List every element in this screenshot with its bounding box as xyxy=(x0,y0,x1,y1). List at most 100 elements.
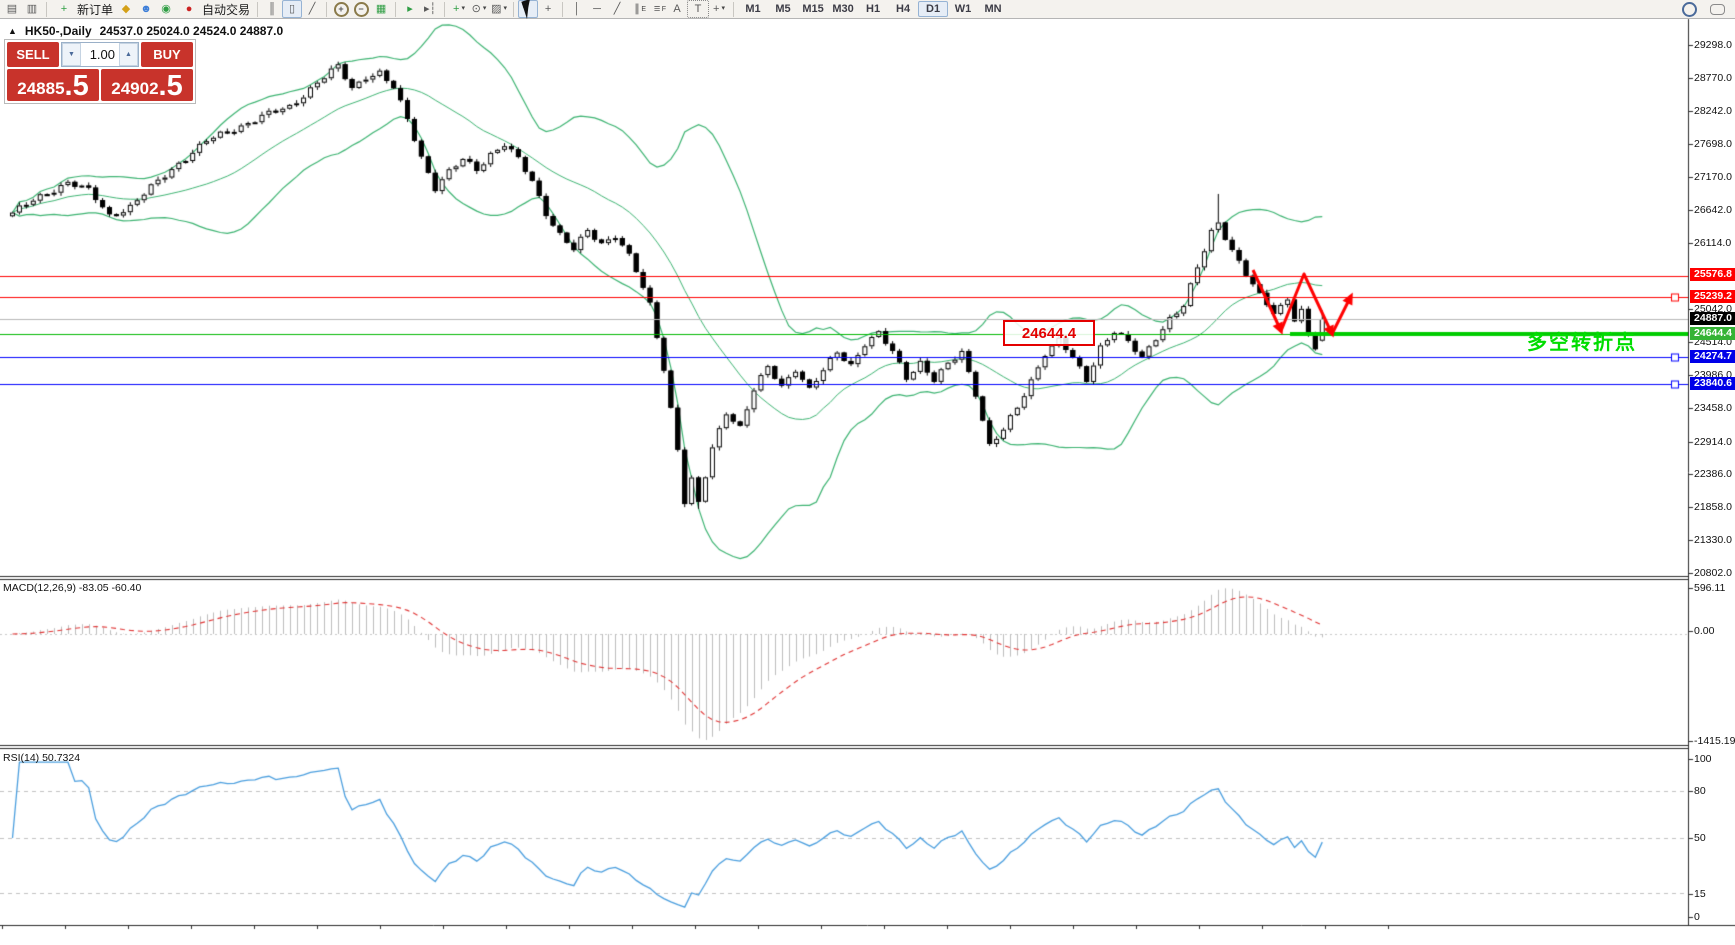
new-chart-icon[interactable]: ▤ xyxy=(2,0,22,18)
bar-chart-icon[interactable]: ║ xyxy=(262,0,282,18)
price-axis-tick: 22914.0 xyxy=(1694,436,1732,448)
price-axis-tick: 27698.0 xyxy=(1694,138,1732,150)
toolbar-separator xyxy=(444,1,446,17)
new-order-button[interactable]: + 新订单 xyxy=(51,1,116,17)
text-icon[interactable]: A xyxy=(667,0,687,18)
indicators-icon[interactable]: + ▾ xyxy=(449,0,469,18)
price-level-badge: 25239.2 xyxy=(1690,290,1735,303)
tf-d1[interactable]: D1 xyxy=(918,1,949,17)
tf-h4[interactable]: H4 xyxy=(888,1,918,17)
cursor-icon[interactable] xyxy=(518,0,539,19)
toolbar-separator xyxy=(513,1,515,17)
turning-point-note[interactable]: 多空转折点 xyxy=(1527,326,1637,355)
toolbar-separator xyxy=(562,1,564,17)
sell-price[interactable]: 24885.5 xyxy=(7,69,99,101)
main-toolbar: ▤ ▥ + 新订单 ◆ ☻ ◉ ● 自动交易 ║ ▯ ╱ + − ▦ ▸ ▸┆ + ▾ ⊙ ▾ ▨ ▾ + │ ─ ╱ ∥ E ≡ F A T +… xyxy=(0,0,1735,19)
rsi-axis-tick: 0 xyxy=(1694,911,1700,923)
market-watch-horn-icon[interactable]: ◆ xyxy=(116,0,136,18)
zoom-in-icon[interactable]: + xyxy=(331,0,351,18)
price-axis-tick: 28770.0 xyxy=(1694,72,1732,84)
toolbar-separator xyxy=(257,1,259,17)
buy-price[interactable]: 24902.5 xyxy=(101,69,193,101)
price-level-badge: 25576.8 xyxy=(1690,268,1735,281)
price-axis-tick: 23458.0 xyxy=(1694,402,1732,414)
autotrade-button[interactable]: ● 自动交易 xyxy=(176,1,253,17)
tf-m1[interactable]: M1 xyxy=(738,1,768,17)
tf-m15[interactable]: M15 xyxy=(798,1,828,17)
rsi-axis-tick: 50 xyxy=(1694,832,1706,844)
price-axis-tick: 27170.0 xyxy=(1694,171,1732,183)
tf-m30[interactable]: M30 xyxy=(828,1,858,17)
horizontal-line-icon[interactable]: ─ xyxy=(587,0,607,18)
volume-down-icon[interactable]: ▼ xyxy=(62,43,81,66)
contacts-icon[interactable]: ☻ xyxy=(136,0,156,18)
rsi-axis-tick: 80 xyxy=(1694,785,1706,797)
volume-spinner: ▼ 1.00 ▲ xyxy=(61,42,139,67)
templates-icon[interactable]: ▨ ▾ xyxy=(489,0,509,18)
macd-axis-tick: -1415.19 xyxy=(1694,735,1735,747)
new-order-button-label: 新订单 xyxy=(77,2,114,17)
price-axis-tick: 21858.0 xyxy=(1694,501,1732,513)
channel-icon[interactable]: ∥ E xyxy=(627,0,647,18)
chart-shift-icon[interactable]: ▸┆ xyxy=(420,0,440,18)
price-level-badge: 24274.7 xyxy=(1690,350,1735,363)
periods-icon[interactable]: ⊙ ▾ xyxy=(469,0,489,18)
one-click-trading-panel: SELL ▼ 1.00 ▲ BUY 24885.5 24902.5 xyxy=(4,39,196,104)
rsi-axis-tick: 15 xyxy=(1694,888,1706,900)
rsi-indicator-label: RSI(14) 50.7324 xyxy=(3,752,81,764)
price-axis-tick: 28242.0 xyxy=(1694,105,1732,117)
arrows-icon[interactable]: + ▾ xyxy=(709,0,729,18)
price-axis-tick: 21330.0 xyxy=(1694,534,1732,546)
new-order-button-icon: + xyxy=(60,3,68,15)
ohlc-values: 24537.0 25024.0 24524.0 24887.0 xyxy=(99,24,284,38)
autotrade-button-label: 自动交易 xyxy=(202,2,251,17)
candlestick-chart-icon[interactable]: ▯ xyxy=(282,0,303,18)
price-annotation-box[interactable]: 24644.4 xyxy=(1003,320,1095,346)
chat-icon[interactable] xyxy=(1707,0,1727,18)
symbol-timeframe-label: HK50-,Daily xyxy=(24,24,92,38)
sell-price-frac: .5 xyxy=(64,70,89,102)
line-chart-icon[interactable]: ╱ xyxy=(302,0,322,18)
profiles-icon[interactable]: ▥ xyxy=(22,0,42,18)
price-axis-tick: 29298.0 xyxy=(1694,39,1732,51)
macd-indicator-label: MACD(12,26,9) -83.05 -60.40 xyxy=(3,582,142,594)
price-axis-tick: 20802.0 xyxy=(1694,567,1732,579)
signals-icon[interactable]: ◉ xyxy=(156,0,176,18)
fibonacci-icon[interactable]: ≡ F xyxy=(647,0,667,18)
collapse-panel-icon[interactable]: ▲ xyxy=(8,26,17,36)
price-level-badge: 24887.0 xyxy=(1690,312,1735,325)
volume-up-icon[interactable]: ▲ xyxy=(119,43,138,66)
volume-input[interactable]: 1.00 xyxy=(81,43,119,66)
macd-axis-tick: 0.00 xyxy=(1694,625,1715,637)
auto-scroll-icon[interactable]: ▸ xyxy=(400,0,420,18)
price-chart-canvas[interactable] xyxy=(0,0,1735,945)
price-axis-tick: 22386.0 xyxy=(1694,468,1732,480)
tf-h1[interactable]: H1 xyxy=(858,1,888,17)
price-level-badge: 23840.6 xyxy=(1690,377,1735,390)
tf-mn[interactable]: MN xyxy=(978,1,1008,17)
tf-m5[interactable]: M5 xyxy=(768,1,798,17)
price-level-badge: 24644.4 xyxy=(1690,327,1735,340)
zoom-out-icon[interactable]: − xyxy=(351,0,371,18)
macd-axis-tick: 596.11 xyxy=(1694,582,1726,594)
toolbar-separator xyxy=(733,1,735,17)
vertical-line-icon[interactable]: │ xyxy=(567,0,587,18)
tile-windows-icon[interactable]: ▦ xyxy=(371,0,391,18)
search-icon[interactable] xyxy=(1679,0,1699,18)
toolbar-separator xyxy=(395,1,397,17)
sell-button[interactable]: SELL xyxy=(7,42,59,67)
crosshair-icon[interactable]: + xyxy=(538,0,558,18)
sell-price-main: 24885 xyxy=(17,79,65,98)
buy-price-main: 24902 xyxy=(111,79,159,98)
buy-price-frac: .5 xyxy=(158,70,183,102)
toolbar-separator xyxy=(326,1,328,17)
tf-w1[interactable]: W1 xyxy=(948,1,978,17)
buy-button[interactable]: BUY xyxy=(141,42,193,67)
toolbar-right-icons xyxy=(1679,0,1733,18)
price-axis-tick: 26642.0 xyxy=(1694,204,1732,216)
text-label-icon[interactable]: T xyxy=(687,0,710,18)
trendline-icon[interactable]: ╱ xyxy=(607,0,627,18)
rsi-axis-tick: 100 xyxy=(1694,753,1712,765)
autotrade-button-icon: ● xyxy=(185,3,193,15)
chart-title: ▲ HK50-,Daily 24537.0 25024.0 24524.0 24… xyxy=(8,24,283,38)
